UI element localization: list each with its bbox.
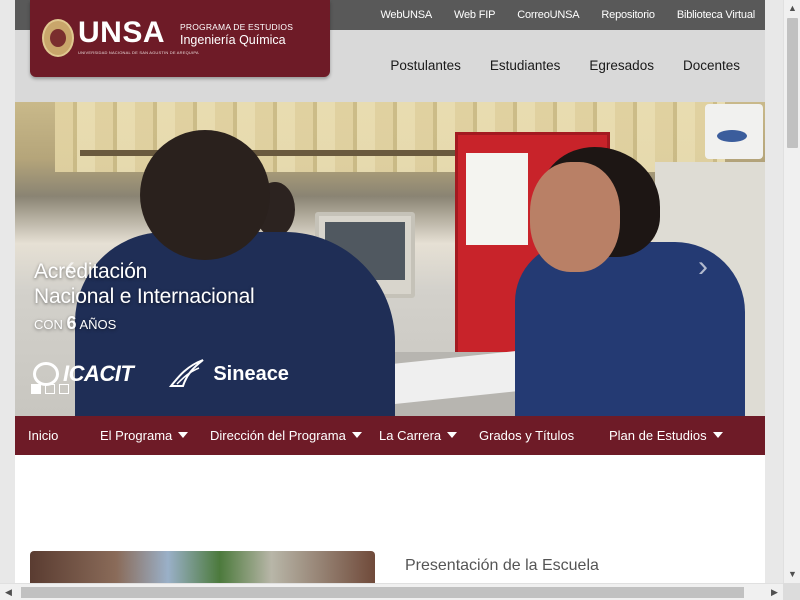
chevron-down-icon xyxy=(351,432,362,438)
logo-subtitle: UNIVERSIDAD NACIONAL DE SAN AGUSTIN DE A… xyxy=(78,50,199,55)
chevron-down-icon xyxy=(712,432,723,438)
sineace-bird-icon xyxy=(169,359,204,387)
university-seal-icon xyxy=(42,19,74,57)
prognav-la-carrera[interactable]: La Carrera xyxy=(379,428,458,443)
nav-estudiantes[interactable]: Estudiantes xyxy=(490,58,561,73)
nav-postulantes[interactable]: Postulantes xyxy=(390,58,461,73)
carousel-dot-2[interactable] xyxy=(45,384,55,394)
carousel-dot-3[interactable] xyxy=(59,384,69,394)
site-logo[interactable]: UNSA UNIVERSIDAD NACIONAL DE SAN AGUSTIN… xyxy=(30,0,330,77)
carousel-next-icon[interactable]: › xyxy=(698,250,708,284)
nav-docentes[interactable]: Docentes xyxy=(683,58,740,73)
link-correounsa[interactable]: CorreoUNSA xyxy=(517,9,579,21)
school-photo xyxy=(30,551,375,583)
icacit-logo-icon xyxy=(33,362,59,386)
top-links: WebUNSA Web FIP CorreoUNSA Repositorio B… xyxy=(358,0,755,30)
carousel-dot-1[interactable] xyxy=(31,384,41,394)
link-webfip[interactable]: Web FIP xyxy=(454,9,495,21)
chevron-down-icon xyxy=(447,432,458,438)
nav-egresados[interactable]: Egresados xyxy=(589,58,654,73)
prognav-direccion[interactable]: Dirección del Programa xyxy=(210,428,362,443)
icacit-label: ICACIT xyxy=(63,361,134,386)
program-label: PROGRAMA DE ESTUDIOS xyxy=(180,22,294,32)
program-name: Ingeniería Química xyxy=(180,33,286,47)
horizontal-scrollbar[interactable]: ◀ ▶ xyxy=(0,583,783,600)
link-repositorio[interactable]: Repositorio xyxy=(601,9,655,21)
vertical-scrollbar[interactable]: ▲ ▼ xyxy=(783,0,800,583)
sineace-label: Sineace xyxy=(213,362,289,385)
prognav-plan-estudios[interactable]: Plan de Estudios xyxy=(609,428,723,443)
main-nav: Postulantes Estudiantes Egresados Docent… xyxy=(361,58,740,73)
scrollbar-corner xyxy=(783,583,800,600)
vertical-scroll-thumb[interactable] xyxy=(787,18,798,148)
scroll-right-icon[interactable]: ▶ xyxy=(766,584,783,600)
section-title: Presentación de la Escuela xyxy=(405,557,599,574)
web-page: WebUNSA Web FIP CorreoUNSA Repositorio B… xyxy=(15,0,765,583)
horizontal-scroll-thumb[interactable] xyxy=(21,587,744,598)
lab-equipment xyxy=(705,104,763,159)
hero-carousel: Acreditación Nacional e Internacional CO… xyxy=(15,102,765,416)
hero-title-line2: Nacional e Internacional xyxy=(34,285,255,308)
prognav-inicio[interactable]: Inicio xyxy=(28,428,58,443)
hero-subtitle: CON 6 AÑOS xyxy=(34,313,117,333)
link-webunsa[interactable]: WebUNSA xyxy=(380,9,432,21)
program-nav: Inicio El Programa Dirección del Program… xyxy=(15,416,765,455)
scroll-left-icon[interactable]: ◀ xyxy=(0,584,17,600)
prognav-el-programa[interactable]: El Programa xyxy=(100,428,189,443)
scroll-up-icon[interactable]: ▲ xyxy=(784,0,800,17)
carousel-prev-icon[interactable]: ‹ xyxy=(65,250,75,284)
logo-text: UNSA xyxy=(78,16,166,49)
scroll-down-icon[interactable]: ▼ xyxy=(784,566,800,583)
carousel-indicators xyxy=(31,384,69,394)
accreditation-logos: ICACIT Sineace xyxy=(33,356,289,392)
student-right xyxy=(515,242,745,416)
prognav-grados-titulos[interactable]: Grados y Títulos xyxy=(479,428,574,443)
chevron-down-icon xyxy=(178,432,189,438)
link-biblioteca-virtual[interactable]: Biblioteca Virtual xyxy=(677,9,755,21)
